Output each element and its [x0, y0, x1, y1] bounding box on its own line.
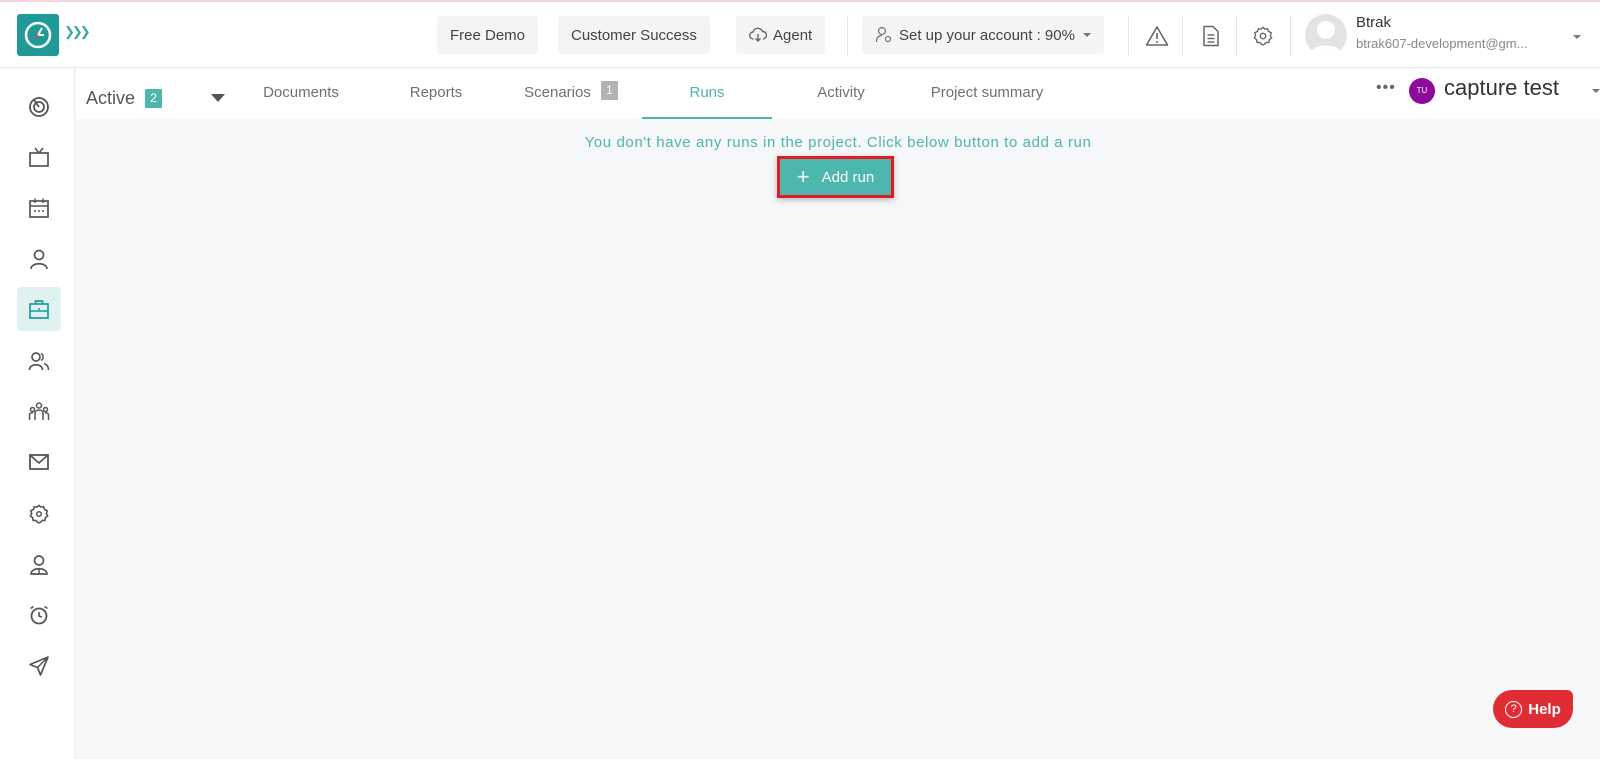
warning-icon: [1145, 26, 1169, 46]
sidebar-item-send[interactable]: [17, 644, 61, 688]
tab-project-summary[interactable]: Project summary: [912, 84, 1062, 119]
free-demo-label: Free Demo: [450, 26, 526, 44]
user-name: Btrak: [1356, 14, 1392, 31]
setup-account-button[interactable]: Set up your account : 90%: [862, 16, 1104, 54]
sidebar-item-dashboard[interactable]: [17, 85, 61, 129]
employee-icon: [30, 555, 48, 575]
more-options-icon[interactable]: •••: [1376, 79, 1396, 97]
briefcase-icon: [29, 300, 49, 319]
chevron-down-icon: [1082, 33, 1091, 37]
user-avatar[interactable]: [1305, 14, 1347, 56]
sidebar: [0, 69, 75, 759]
tab-documents[interactable]: Documents: [241, 84, 361, 119]
header-divider: [847, 16, 848, 56]
sidebar-item-user[interactable]: [17, 237, 61, 281]
tab-label: Scenarios: [524, 84, 591, 101]
user-placeholder-icon: [1309, 21, 1343, 56]
status-label: Active: [86, 88, 136, 108]
status-count-badge: 2: [145, 89, 163, 108]
sidebar-item-team[interactable]: [17, 390, 61, 434]
tab-activity[interactable]: Activity: [776, 84, 906, 119]
alarm-icon: [30, 605, 48, 625]
send-icon: [29, 656, 49, 676]
plus-icon: +: [796, 164, 810, 189]
users-icon: [28, 352, 50, 371]
tab-label: Reports: [409, 84, 463, 101]
status-dropdown-icon[interactable]: [211, 94, 225, 102]
tab-runs[interactable]: Runs: [642, 84, 772, 119]
team-icon: [28, 402, 50, 420]
agent-button[interactable]: Agent: [736, 16, 826, 54]
tab-label: Runs: [689, 84, 725, 101]
calendar-icon: [29, 198, 49, 218]
sidebar-item-alarm[interactable]: [17, 593, 61, 637]
clock-icon: [24, 21, 52, 49]
status-filter[interactable]: Active 2: [86, 88, 163, 109]
settings-button[interactable]: [1249, 22, 1277, 50]
sidebar-item-mail[interactable]: [17, 440, 61, 484]
project-selector[interactable]: capture test: [1444, 75, 1559, 101]
header-divider: [1182, 16, 1183, 56]
empty-runs-message: You don't have any runs in the project. …: [584, 134, 1092, 151]
app-logo[interactable]: [17, 14, 59, 56]
header-divider: [1290, 16, 1291, 56]
user-email: btrak607-development@gm...: [1356, 36, 1528, 51]
tab-label: Project summary: [930, 84, 1044, 101]
user-menu-chevron-icon[interactable]: [1573, 35, 1581, 39]
mail-icon: [29, 454, 49, 470]
dashboard-icon: [29, 97, 49, 117]
header-divider: [1128, 16, 1129, 56]
customer-success-label: Customer Success: [571, 26, 697, 44]
top-header: ❯❯❯ Free Demo Customer Success Agent Set…: [0, 2, 1600, 68]
header-divider: [1236, 16, 1237, 56]
agent-label: Agent: [773, 26, 813, 44]
alert-button[interactable]: [1143, 22, 1171, 50]
add-run-label: Add run: [821, 168, 875, 186]
help-circle-icon: ?: [1505, 700, 1523, 718]
customer-success-button[interactable]: Customer Success: [558, 16, 710, 54]
sidebar-item-projects[interactable]: [17, 287, 61, 331]
tab-label: Activity: [817, 84, 865, 101]
document-icon: [1203, 25, 1219, 47]
sidebar-item-calendar[interactable]: [17, 186, 61, 230]
sidebar-item-employee[interactable]: [17, 543, 61, 587]
project-chevron-down-icon[interactable]: [1592, 89, 1600, 93]
sidebar-item-users[interactable]: [17, 339, 61, 383]
cloud-download-icon: [749, 27, 767, 42]
tab-label: Documents: [263, 84, 339, 101]
scenarios-count-badge: 1: [600, 81, 618, 100]
tab-scenarios[interactable]: Scenarios 1: [506, 81, 636, 119]
add-run-button[interactable]: + Add run: [777, 156, 894, 198]
help-button[interactable]: ? Help: [1493, 690, 1573, 728]
help-label: Help: [1528, 700, 1561, 718]
user-settings-icon: [875, 26, 892, 43]
project-avatar: TU: [1409, 78, 1435, 104]
gear-icon: [1253, 26, 1273, 46]
document-button[interactable]: [1197, 22, 1225, 50]
sidebar-item-settings[interactable]: [17, 492, 61, 536]
project-tabs-bar: Active 2 Documents Reports Scenarios 1 R…: [76, 69, 1600, 119]
expand-sidebar-icon[interactable]: ❯❯❯: [64, 24, 91, 40]
free-demo-button[interactable]: Free Demo: [437, 16, 539, 54]
user-icon: [30, 249, 48, 270]
settings-icon: [29, 504, 49, 524]
setup-account-label: Set up your account : 90%: [899, 26, 1075, 44]
tab-reports[interactable]: Reports: [381, 84, 491, 119]
